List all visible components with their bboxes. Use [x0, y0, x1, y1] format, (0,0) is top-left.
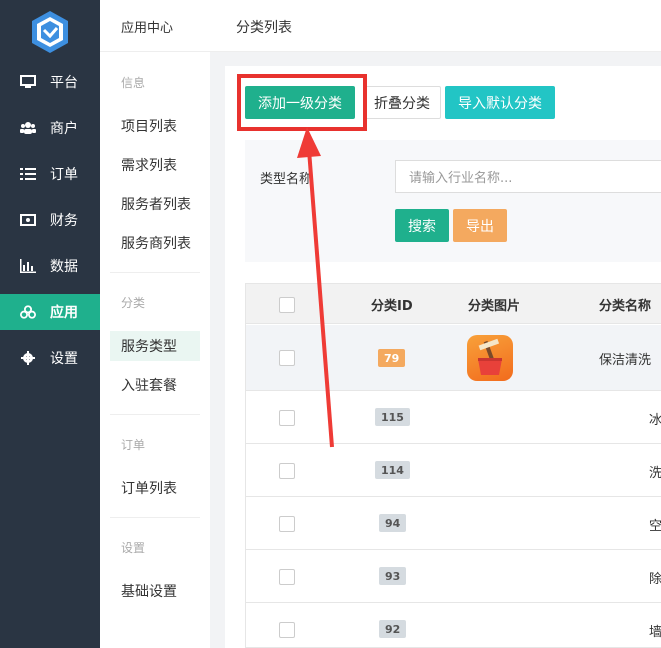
nav-item-label: 设置: [50, 351, 78, 367]
submenu-item-providers[interactable]: 服务商列表: [110, 228, 200, 258]
divider: [110, 272, 200, 273]
category-name: 洗: [649, 466, 661, 481]
nav-item-label: 数据: [50, 259, 78, 275]
page-header: 分类列表: [210, 0, 661, 52]
category-name: 保洁清洗: [599, 353, 652, 368]
category-id-badge: 93: [379, 567, 407, 585]
collapse-categories-button[interactable]: 折叠分类: [363, 86, 441, 119]
submenu-item-projects[interactable]: 项目列表: [110, 111, 200, 141]
money-icon: [20, 213, 36, 227]
app-logo: [32, 11, 68, 53]
submenu-item-demands[interactable]: 需求列表: [110, 150, 200, 180]
submenu-group-label: 设置: [121, 541, 146, 555]
search-label: 类型名称: [260, 172, 313, 187]
table-row[interactable]: [246, 391, 661, 444]
search-input[interactable]: 请输入行业名称...: [395, 160, 661, 193]
category-id-badge: 115: [375, 408, 410, 426]
submenu-group-label: 分类: [121, 296, 146, 310]
submenu-title: 应用中心: [121, 21, 174, 36]
row-checkbox[interactable]: [279, 350, 295, 366]
nav-item-label: 财务: [50, 213, 78, 229]
row-checkbox[interactable]: [279, 463, 295, 479]
submenu-item-service-types[interactable]: 服务类型: [110, 331, 200, 361]
submenu-item-servicers[interactable]: 服务者列表: [110, 189, 200, 219]
cleaning-bucket-image: [467, 335, 513, 381]
nav-item-merchant[interactable]: 商户: [0, 110, 100, 146]
row-checkbox[interactable]: [279, 516, 295, 532]
highlight-box: [237, 74, 367, 131]
search-panel: [245, 140, 661, 262]
row-checkbox[interactable]: [279, 569, 295, 585]
nav-item-platform[interactable]: 平台: [0, 64, 100, 100]
secondary-menu: 应用中心 信息 项目列表 需求列表 服务者列表 服务商列表 分类 服务类型 入驻…: [100, 0, 210, 648]
nav-item-label: 应用: [50, 305, 78, 321]
gear-icon: [20, 351, 36, 365]
divider: [110, 517, 200, 518]
nav-item-apps[interactable]: 应用: [0, 294, 100, 330]
category-name: 墙: [649, 625, 661, 640]
nav-item-label: 商户: [50, 121, 78, 137]
import-default-button[interactable]: 导入默认分类: [445, 86, 555, 119]
category-id-badge: 94: [379, 514, 407, 532]
row-checkbox[interactable]: [279, 410, 295, 426]
category-name: 冰: [649, 413, 661, 428]
bar-chart-icon: [20, 259, 36, 273]
category-name: 空: [649, 519, 661, 534]
table-row[interactable]: [246, 603, 661, 648]
nav-item-data[interactable]: 数据: [0, 248, 100, 284]
select-all-checkbox[interactable]: [279, 297, 295, 313]
category-name: 除: [649, 572, 661, 587]
nav-item-finance[interactable]: 财务: [0, 202, 100, 238]
nav-item-label: 平台: [50, 75, 78, 91]
monitor-icon: [20, 75, 36, 89]
divider: [110, 414, 200, 415]
column-header-image: 分类图片: [468, 299, 521, 314]
nav-item-orders[interactable]: 订单: [0, 156, 100, 192]
submenu-item-basic-settings[interactable]: 基础设置: [110, 576, 200, 606]
submenu-header: 应用中心: [100, 0, 210, 52]
table-row[interactable]: [246, 444, 661, 497]
column-header-name: 分类名称: [599, 299, 652, 314]
submenu-item-packages[interactable]: 入驻套餐: [110, 370, 200, 400]
submenu-item-order-list[interactable]: 订单列表: [110, 473, 200, 503]
submenu-group-label: 信息: [121, 76, 146, 90]
category-id-badge: 114: [375, 461, 410, 479]
category-id-badge: 79: [378, 349, 406, 367]
list-icon: [20, 167, 36, 181]
search-button[interactable]: 搜索: [395, 209, 449, 242]
column-header-id: 分类ID: [371, 299, 413, 314]
apps-icon: [20, 305, 36, 319]
table-row[interactable]: [246, 497, 661, 550]
nav-item-label: 订单: [50, 167, 78, 183]
row-checkbox[interactable]: [279, 622, 295, 638]
table-row[interactable]: [246, 550, 661, 603]
main-nav: 平台 商户 订单 财务 数据 应用 设置: [0, 0, 100, 648]
export-button[interactable]: 导出: [453, 209, 507, 242]
submenu-group-label: 订单: [121, 438, 146, 452]
users-icon: [20, 121, 36, 135]
nav-item-settings[interactable]: 设置: [0, 340, 100, 376]
category-id-badge: 92: [379, 620, 407, 638]
page-title: 分类列表: [236, 20, 292, 36]
